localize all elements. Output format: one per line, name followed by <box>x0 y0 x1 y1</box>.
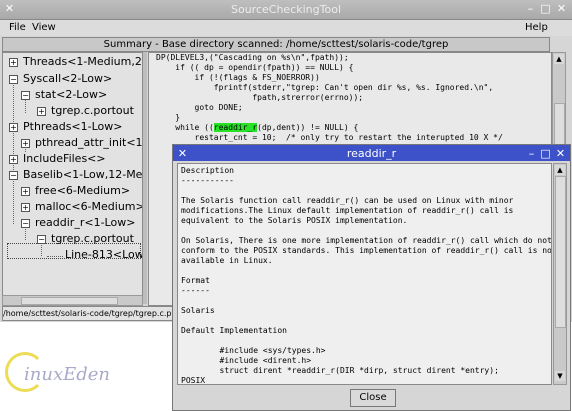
tree-node[interactable]: readdir_r<1-Low> <box>35 216 135 229</box>
tree-node[interactable]: pthread_attr_init<1- <box>35 136 142 149</box>
status-path: /home/scttest/solaris-code/tgrep/tgrep.c… <box>2 306 180 321</box>
tree-node[interactable]: tgrep.c.portout <box>51 232 134 245</box>
description-text: Description ----------- The Solaris func… <box>181 166 552 385</box>
expand-icon[interactable]: + <box>9 123 18 132</box>
collapse-icon[interactable]: − <box>21 91 30 100</box>
menu-help[interactable]: Help <box>525 22 548 33</box>
pane-splitter[interactable] <box>143 52 147 304</box>
expand-icon[interactable]: + <box>21 139 30 148</box>
collapse-icon[interactable]: − <box>21 219 30 228</box>
scroll-up-icon[interactable]: ▲ <box>554 54 564 64</box>
summary-bar: Summary - Base directory scanned: /home/… <box>2 37 550 52</box>
tree-node[interactable]: Threads<1-Medium,2-T <box>23 55 142 68</box>
dialog-titlebar[interactable]: ✕ readdir_r – □ ✕ <box>173 145 570 161</box>
maximize-icon[interactable]: □ <box>539 147 552 160</box>
collapse-icon[interactable]: − <box>37 235 46 244</box>
scroll-down-icon[interactable]: ▼ <box>555 371 565 381</box>
code-before: DP(DLEVEL3,("Cascading on %s\n",fpath));… <box>156 53 494 132</box>
tree-node[interactable]: malloc<6-Medium> <box>35 200 142 213</box>
expand-icon[interactable]: + <box>21 203 30 212</box>
dialog-vertical-scrollbar[interactable]: ▲ ▼ <box>553 163 567 385</box>
main-titlebar[interactable]: ✕ SourceCheckingTool – □ ✕ <box>0 0 572 20</box>
scroll-thumb[interactable] <box>21 297 118 305</box>
tree-horizontal-scrollbar[interactable] <box>2 295 143 306</box>
dialog-title: readdir_r <box>346 147 397 160</box>
close-button[interactable]: Close <box>350 389 396 407</box>
tree-node[interactable]: Line-813<Low> <box>65 248 142 261</box>
menu-view[interactable]: View <box>32 22 56 33</box>
minimize-icon[interactable]: – <box>525 147 538 160</box>
linuxeden-logo: inuxEden <box>2 350 137 405</box>
close-window-icon[interactable]: ✕ <box>554 147 567 160</box>
logo-text: inuxEden <box>24 364 111 385</box>
tree-node[interactable]: IncludeFiles<> <box>23 152 106 165</box>
tree-node[interactable]: stat<2-Low> <box>35 88 107 101</box>
menu-file[interactable]: File <box>9 22 26 33</box>
tree-node[interactable]: free<6-Medium> <box>35 184 130 197</box>
tree-connector <box>47 256 63 257</box>
scroll-thumb[interactable] <box>555 176 566 328</box>
tree-node[interactable]: Pthreads<1-Low> <box>23 120 122 133</box>
expand-icon[interactable]: + <box>21 187 30 196</box>
minimize-icon[interactable]: – <box>524 2 537 15</box>
window-title: SourceCheckingTool <box>231 3 341 16</box>
readdir-dialog: ✕ readdir_r – □ ✕ Description ----------… <box>172 144 571 411</box>
tree-connector <box>13 176 14 224</box>
description-text-area[interactable]: Description ----------- The Solaris func… <box>177 163 552 385</box>
expand-icon[interactable]: + <box>9 155 18 164</box>
highlighted-call: readdir_r <box>213 123 258 132</box>
tree-node[interactable]: tgrep.c.portout <box>51 104 134 117</box>
collapse-icon[interactable]: − <box>9 171 18 180</box>
expand-icon[interactable]: + <box>37 107 46 116</box>
menubar: File View Help <box>0 20 572 36</box>
tree-node[interactable]: Baselib<1-Low,12-Med <box>23 168 142 181</box>
expand-icon[interactable]: + <box>9 58 18 67</box>
collapse-icon[interactable]: − <box>9 75 18 84</box>
tree-node[interactable]: Syscall<2-Low> <box>23 72 112 85</box>
close-window-icon[interactable]: ✕ <box>555 2 568 15</box>
maximize-icon[interactable]: □ <box>539 2 552 15</box>
issue-tree[interactable]: + Threads<1-Medium,2-T − Syscall<2-Low> − sta… <box>2 52 143 296</box>
scroll-up-icon[interactable]: ▲ <box>555 165 565 175</box>
